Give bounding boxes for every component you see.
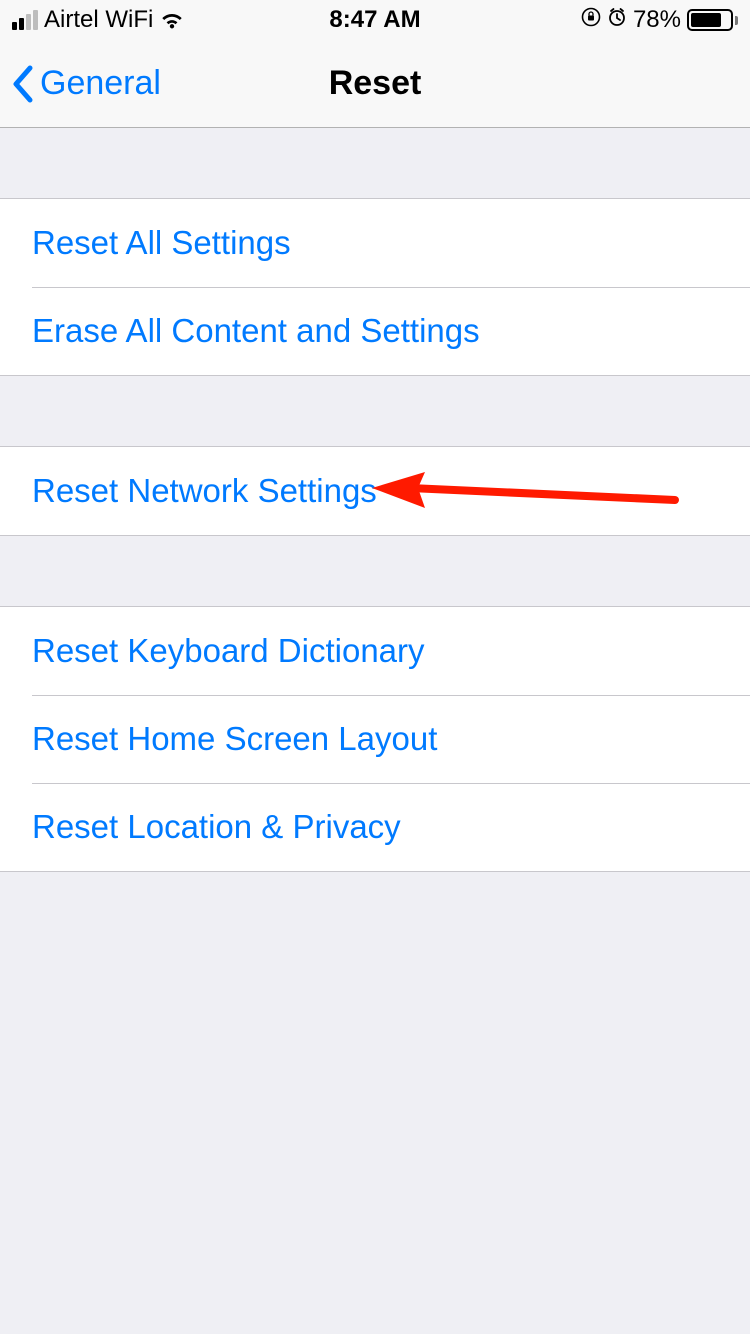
row-label: Reset Network Settings [32,472,377,510]
chevron-left-icon [12,64,36,104]
status-right: 78% [581,6,738,34]
navigation-bar: General Reset [0,40,750,128]
battery-percent: 78% [633,6,681,34]
section-spacer [0,536,750,606]
battery-icon [687,9,738,31]
back-button[interactable]: General [0,64,161,104]
section-other-resets: Reset Keyboard Dictionary Reset Home Scr… [0,606,750,872]
row-label: Reset Home Screen Layout [32,720,437,758]
status-left: Airtel WiFi [12,6,185,34]
row-label: Reset All Settings [32,224,291,262]
section-spacer [0,376,750,446]
orientation-lock-icon [581,6,601,34]
section-spacer [0,128,750,198]
row-reset-home-screen-layout[interactable]: Reset Home Screen Layout [0,695,750,783]
wifi-icon [159,10,185,30]
carrier-label: Airtel WiFi [44,6,153,34]
row-reset-keyboard-dictionary[interactable]: Reset Keyboard Dictionary [0,607,750,695]
status-time: 8:47 AM [329,6,420,34]
back-label: General [40,64,161,103]
cellular-signal-icon [12,10,38,30]
row-label: Erase All Content and Settings [32,312,480,350]
row-reset-all-settings[interactable]: Reset All Settings [0,199,750,287]
row-label: Reset Location & Privacy [32,808,401,846]
section-general-reset: Reset All Settings Erase All Content and… [0,198,750,376]
page-title: Reset [329,64,422,103]
status-bar: Airtel WiFi 8:47 AM 78% [0,0,750,40]
row-reset-location-privacy[interactable]: Reset Location & Privacy [0,783,750,871]
section-network: Reset Network Settings [0,446,750,536]
row-label: Reset Keyboard Dictionary [32,632,425,670]
row-reset-network-settings[interactable]: Reset Network Settings [0,447,750,535]
alarm-icon [607,6,627,34]
row-erase-all-content[interactable]: Erase All Content and Settings [0,287,750,375]
